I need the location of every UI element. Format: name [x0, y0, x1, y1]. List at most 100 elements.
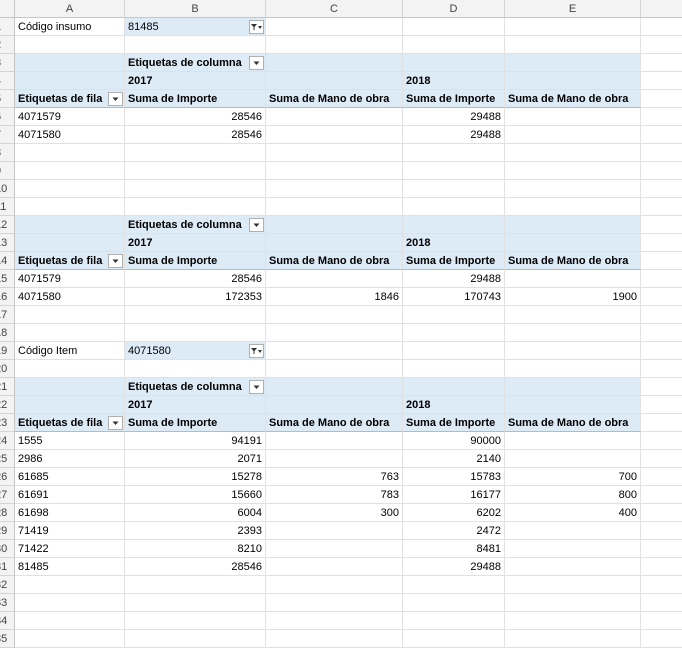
row-header-31[interactable]: 31 — [0, 558, 15, 576]
value-cell[interactable]: 29488 — [403, 126, 505, 144]
pivot-header-cell[interactable] — [266, 396, 403, 414]
measure-header-importe[interactable]: Suma de Importe — [125, 414, 266, 432]
value-cell[interactable] — [505, 522, 641, 540]
row-header-23[interactable]: 23 — [0, 414, 15, 432]
row-header-10[interactable]: 10 — [0, 180, 15, 198]
column-labels-header[interactable]: Etiquetas de columna — [125, 54, 266, 72]
row-header-6[interactable]: 6 — [0, 108, 15, 126]
column-header-e[interactable]: E — [505, 0, 641, 18]
value-cell[interactable]: 172353 — [125, 288, 266, 306]
value-cell[interactable]: 28546 — [125, 270, 266, 288]
report-filter-value[interactable]: 81485 — [125, 18, 266, 36]
cell[interactable] — [641, 450, 682, 468]
year-header-2017[interactable]: 2017 — [125, 234, 266, 252]
value-cell[interactable] — [505, 126, 641, 144]
row-header-20[interactable]: 20 — [0, 360, 15, 378]
cell[interactable] — [125, 324, 266, 342]
pivot-header-cell[interactable] — [505, 378, 641, 396]
pivot-row-label[interactable]: 61691 — [15, 486, 125, 504]
pivot-header-cell[interactable] — [15, 378, 125, 396]
pivot-header-cell[interactable] — [505, 216, 641, 234]
cell[interactable] — [15, 324, 125, 342]
row-header-16[interactable]: 16 — [0, 288, 15, 306]
cell[interactable] — [505, 324, 641, 342]
cell[interactable] — [125, 36, 266, 54]
value-cell[interactable]: 170743 — [403, 288, 505, 306]
cell[interactable] — [505, 198, 641, 216]
cell[interactable] — [125, 360, 266, 378]
value-cell[interactable]: 15660 — [125, 486, 266, 504]
value-cell[interactable]: 28546 — [125, 108, 266, 126]
cell[interactable] — [641, 558, 682, 576]
pivot-header-cell[interactable] — [403, 216, 505, 234]
cell[interactable] — [641, 126, 682, 144]
cell[interactable] — [641, 90, 682, 108]
value-cell[interactable] — [266, 108, 403, 126]
cell[interactable] — [505, 576, 641, 594]
measure-header-mano-de-obra[interactable]: Suma de Mano de obra — [266, 252, 403, 270]
cell[interactable] — [641, 594, 682, 612]
cell[interactable] — [403, 180, 505, 198]
cell[interactable] — [15, 180, 125, 198]
cell[interactable] — [15, 630, 125, 648]
value-cell[interactable]: 15278 — [125, 468, 266, 486]
cell[interactable] — [641, 252, 682, 270]
pivot-header-cell[interactable] — [15, 72, 125, 90]
cell[interactable] — [403, 360, 505, 378]
cell[interactable] — [641, 180, 682, 198]
row-header-32[interactable]: 32 — [0, 576, 15, 594]
row-header-28[interactable]: 28 — [0, 504, 15, 522]
column-labels-dropdown[interactable] — [249, 380, 264, 394]
cell[interactable] — [641, 324, 682, 342]
cell[interactable] — [266, 36, 403, 54]
row-header-27[interactable]: 27 — [0, 486, 15, 504]
row-header-25[interactable]: 25 — [0, 450, 15, 468]
value-cell[interactable] — [266, 540, 403, 558]
value-cell[interactable] — [505, 558, 641, 576]
value-cell[interactable]: 16177 — [403, 486, 505, 504]
cell[interactable] — [641, 432, 682, 450]
cell[interactable] — [266, 594, 403, 612]
year-header-2018[interactable]: 2018 — [403, 396, 505, 414]
cell[interactable] — [505, 36, 641, 54]
cell[interactable] — [641, 108, 682, 126]
year-header-2017[interactable]: 2017 — [125, 396, 266, 414]
cell[interactable] — [641, 36, 682, 54]
cell[interactable] — [641, 234, 682, 252]
cell[interactable] — [15, 306, 125, 324]
cell[interactable] — [641, 468, 682, 486]
column-labels-dropdown[interactable] — [249, 56, 264, 70]
cell[interactable] — [641, 72, 682, 90]
value-cell[interactable]: 15783 — [403, 468, 505, 486]
cell[interactable] — [15, 144, 125, 162]
row-header-14[interactable]: 14 — [0, 252, 15, 270]
pivot-header-cell[interactable] — [505, 72, 641, 90]
pivot-header-cell[interactable] — [266, 234, 403, 252]
cell[interactable] — [403, 306, 505, 324]
value-cell[interactable]: 28546 — [125, 126, 266, 144]
value-cell[interactable]: 763 — [266, 468, 403, 486]
value-cell[interactable]: 300 — [266, 504, 403, 522]
value-cell[interactable] — [505, 450, 641, 468]
value-cell[interactable] — [266, 450, 403, 468]
cell[interactable] — [403, 144, 505, 162]
cell[interactable] — [641, 540, 682, 558]
value-cell[interactable]: 94191 — [125, 432, 266, 450]
row-labels-dropdown[interactable] — [108, 254, 123, 268]
row-labels-dropdown[interactable] — [108, 416, 123, 430]
column-labels-header[interactable]: Etiquetas de columna — [125, 216, 266, 234]
row-header-11[interactable]: 11 — [0, 198, 15, 216]
cell[interactable] — [125, 306, 266, 324]
cell[interactable] — [641, 288, 682, 306]
cell[interactable] — [641, 612, 682, 630]
cell[interactable] — [641, 306, 682, 324]
cell[interactable] — [125, 576, 266, 594]
row-header-29[interactable]: 29 — [0, 522, 15, 540]
cell[interactable] — [125, 180, 266, 198]
cell[interactable] — [641, 144, 682, 162]
cell[interactable] — [641, 270, 682, 288]
value-cell[interactable]: 29488 — [403, 558, 505, 576]
column-header-b[interactable]: B — [125, 0, 266, 18]
row-header-9[interactable]: 9 — [0, 162, 15, 180]
cell[interactable] — [641, 360, 682, 378]
